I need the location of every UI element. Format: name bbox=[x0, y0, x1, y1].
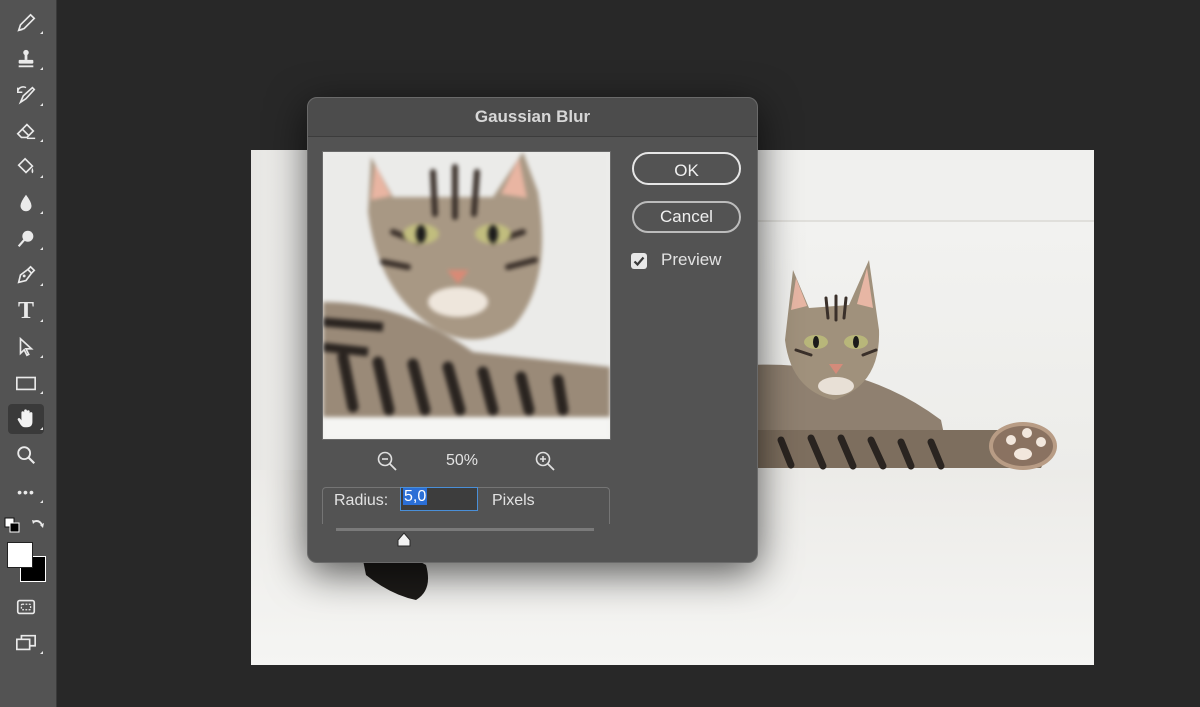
blur-preview[interactable] bbox=[322, 151, 611, 440]
paint-bucket-tool[interactable] bbox=[8, 152, 44, 182]
radius-label: Radius: bbox=[334, 492, 389, 509]
dialog-title[interactable]: Gaussian Blur bbox=[308, 98, 757, 137]
foreground-color-swatch[interactable] bbox=[7, 542, 33, 568]
radius-slider-track[interactable] bbox=[336, 528, 594, 531]
blur-drop-icon bbox=[20, 194, 32, 212]
pen-tool[interactable] bbox=[8, 260, 44, 290]
paint-bucket-icon bbox=[17, 157, 34, 174]
default-colors-icon[interactable] bbox=[4, 517, 20, 533]
screen-mode-icon bbox=[16, 634, 36, 651]
gaussian-blur-dialog: Gaussian Blur OK Cancel Preview 50% Radi… bbox=[307, 97, 758, 563]
pen-icon bbox=[17, 265, 36, 284]
radius-value: 5,0 bbox=[403, 488, 428, 505]
clone-stamp-tool[interactable] bbox=[8, 44, 44, 74]
quick-mask-icon bbox=[16, 599, 36, 615]
tools-panel: T ••• bbox=[0, 0, 57, 707]
clone-stamp-icon bbox=[18, 49, 34, 68]
zoom-tool[interactable] bbox=[8, 440, 44, 470]
path-selection-tool[interactable] bbox=[8, 332, 44, 362]
blur-tool[interactable] bbox=[8, 188, 44, 218]
more-tools[interactable]: ••• bbox=[8, 477, 44, 507]
type-tool[interactable]: T bbox=[8, 296, 44, 326]
ok-button[interactable]: OK bbox=[632, 152, 741, 185]
rectangle-icon bbox=[16, 376, 36, 391]
quick-mask-tool[interactable] bbox=[8, 592, 44, 622]
zoom-icon bbox=[17, 446, 36, 465]
path-selection-icon bbox=[19, 336, 34, 357]
eraser-icon bbox=[16, 123, 36, 140]
cancel-button[interactable]: Cancel bbox=[632, 201, 741, 233]
zoom-level: 50% bbox=[446, 452, 479, 469]
rectangle-tool[interactable] bbox=[8, 368, 44, 398]
cat-preview-image bbox=[323, 152, 610, 439]
dodge-tool[interactable] bbox=[8, 224, 44, 254]
preview-checkbox[interactable] bbox=[631, 253, 647, 269]
type-icon: T bbox=[17, 297, 34, 324]
brush-tool[interactable] bbox=[8, 8, 44, 38]
screen-mode-tool[interactable] bbox=[8, 628, 44, 658]
radius-input[interactable]: 5,0 bbox=[400, 487, 478, 511]
history-brush-icon bbox=[17, 86, 36, 105]
checkmark-icon bbox=[633, 256, 645, 267]
brush-icon bbox=[17, 13, 36, 32]
swap-colors-icon[interactable] bbox=[30, 517, 46, 533]
history-brush-tool[interactable] bbox=[8, 80, 44, 110]
preview-label: Preview bbox=[661, 250, 722, 269]
radius-slider-thumb[interactable] bbox=[396, 532, 412, 548]
zoom-out-icon[interactable] bbox=[376, 450, 398, 472]
hand-icon bbox=[17, 409, 33, 428]
eraser-tool[interactable] bbox=[8, 116, 44, 146]
radius-unit: Pixels bbox=[492, 492, 535, 509]
more-tools-icon: ••• bbox=[17, 484, 35, 500]
zoom-in-icon[interactable] bbox=[534, 450, 556, 472]
dodge-icon bbox=[17, 230, 34, 248]
hand-tool[interactable] bbox=[8, 404, 44, 434]
